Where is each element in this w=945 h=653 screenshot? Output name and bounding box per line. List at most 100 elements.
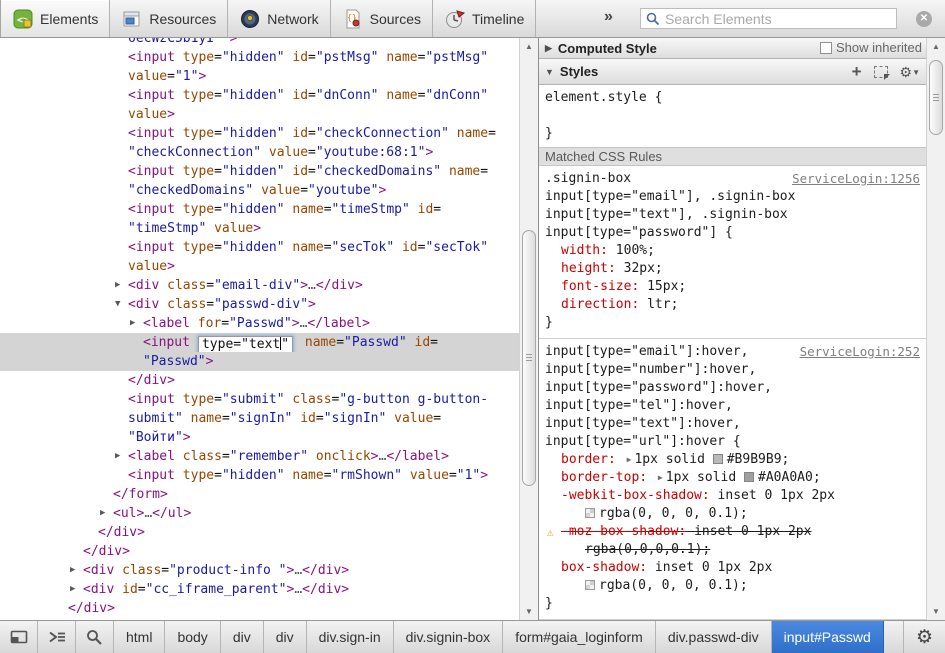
code-line[interactable]: <input type="submit" class="g-button g-b… bbox=[0, 390, 519, 409]
code-line[interactable]: "checkConnection" value="youtube:68:1"> bbox=[0, 143, 519, 162]
attribute-edit-input[interactable]: type="text" bbox=[198, 336, 293, 353]
rule-selector[interactable]: input[type="password"]:hover, bbox=[545, 379, 920, 397]
code-line[interactable]: <input type="hidden" name="rmShown" valu… bbox=[0, 466, 519, 485]
stylesheet-link[interactable]: ServiceLogin:252 bbox=[800, 343, 920, 361]
code-line[interactable]: "checkedDomains" value="youtube"> bbox=[0, 181, 519, 200]
css-property[interactable]: rgba(0, 0, 0, 0.1); bbox=[585, 505, 920, 523]
more-tabs-button[interactable]: » bbox=[604, 8, 613, 26]
property-value[interactable]: #B9B9B9; bbox=[727, 452, 790, 467]
code-line[interactable]: </div> bbox=[0, 523, 519, 542]
disclosure-arrow-icon[interactable]: ▶ bbox=[100, 504, 105, 523]
css-property[interactable]: box-shadow: inset 0 1px 2px bbox=[561, 559, 920, 577]
property-name[interactable]: width: bbox=[561, 243, 608, 258]
rule-selector[interactable]: input[type="text"], .signin-box bbox=[545, 206, 920, 224]
disclosure-arrow-icon[interactable]: ▶ bbox=[115, 447, 120, 466]
show-inherited-checkbox[interactable] bbox=[820, 42, 832, 54]
styles-scrollbar-thumb[interactable] bbox=[929, 60, 943, 135]
css-property[interactable]: ⚠-moz-box-shadow: inset 0 1px 2px bbox=[561, 523, 920, 541]
property-value[interactable]: inset 0 1px 2px bbox=[694, 524, 811, 539]
property-value[interactable]: ltr; bbox=[647, 297, 678, 312]
code-line[interactable]: ▶<div id="cc_iframe_parent">…</div> bbox=[0, 580, 519, 599]
color-swatch[interactable] bbox=[585, 580, 595, 590]
property-value[interactable]: inset 0 1px 2px bbox=[718, 488, 835, 503]
property-value[interactable]: 32px; bbox=[624, 261, 663, 276]
property-value[interactable]: rgba(0,0,0,0.1); bbox=[585, 542, 710, 557]
breadcrumb-item[interactable]: form#gaia_loginform bbox=[503, 621, 656, 653]
disclosure-arrow-icon[interactable]: ▶ bbox=[70, 580, 75, 599]
property-name[interactable]: border: bbox=[561, 452, 616, 467]
tab-elements[interactable]: <> Elements bbox=[0, 0, 110, 37]
property-name[interactable]: font-size: bbox=[561, 279, 639, 294]
styles-gear-button[interactable]: ⚙▼ bbox=[900, 64, 920, 81]
scroll-down-icon[interactable]: ▼ bbox=[927, 607, 945, 616]
css-property[interactable]: border-top: ▶1px solid #A0A0A0; bbox=[561, 469, 920, 487]
elements-scrollbar[interactable]: ▲ ▼ bbox=[519, 38, 538, 620]
property-value[interactable]: #A0A0A0; bbox=[758, 470, 821, 485]
rule-selector[interactable]: input[type="url"]:hover { bbox=[545, 433, 920, 451]
code-line[interactable]: <input type="hidden" id="pstMsg" name="p… bbox=[0, 48, 519, 67]
styles-scrollbar[interactable]: ▲ ▼ bbox=[926, 38, 945, 620]
css-property[interactable]: -webkit-box-shadow: inset 0 1px 2px bbox=[561, 487, 920, 505]
code-line[interactable]: <input type="hidden" id="checkConnection… bbox=[0, 124, 519, 143]
rule-selector[interactable]: input[type="email"], .signin-box bbox=[545, 188, 920, 206]
property-name[interactable]: direction: bbox=[561, 297, 639, 312]
elements-scrollbar-thumb[interactable] bbox=[522, 230, 536, 486]
css-property[interactable]: rgba(0, 0, 0, 0.1); bbox=[585, 577, 920, 595]
code-line[interactable]: ▶<ul>…</ul> bbox=[0, 504, 519, 523]
property-name[interactable]: height: bbox=[561, 261, 616, 276]
css-property[interactable]: border: ▶1px solid #B9B9B9; bbox=[561, 451, 920, 469]
css-property[interactable]: font-size: 15px; bbox=[561, 278, 920, 296]
property-name[interactable]: border-top: bbox=[561, 470, 647, 485]
css-property[interactable]: width: 100%; bbox=[561, 242, 920, 260]
styles-pane-header[interactable]: ▼ Styles + ⚙▼ bbox=[539, 59, 926, 85]
settings-button[interactable]: ⚙ bbox=[903, 621, 945, 653]
code-line[interactable]: ▶<div class="product-info ">…</div> bbox=[0, 561, 519, 580]
disclosure-arrow-icon[interactable]: ▼ bbox=[115, 295, 120, 314]
css-property[interactable]: rgba(0,0,0,0.1); bbox=[585, 541, 920, 559]
disclosure-arrow-icon[interactable]: ▶ bbox=[130, 314, 135, 333]
property-value[interactable]: rgba(0, 0, 0, 0.1); bbox=[599, 578, 748, 593]
code-line[interactable]: ▼<div class="passwd-div"> bbox=[0, 295, 519, 314]
code-line[interactable]: "Войти"> bbox=[0, 428, 519, 447]
property-name[interactable]: -moz-box-shadow: bbox=[561, 524, 686, 539]
breadcrumb-item[interactable]: div.sign-in bbox=[307, 621, 394, 653]
property-value[interactable]: inset 0 1px 2px bbox=[655, 560, 772, 575]
rule-selector[interactable]: input[type="tel"]:hover, bbox=[545, 397, 920, 415]
tab-resources[interactable]: Resources bbox=[110, 0, 228, 37]
scroll-down-icon[interactable]: ▼ bbox=[520, 607, 538, 616]
breadcrumb-item[interactable]: html bbox=[114, 621, 165, 653]
disclosure-arrow-icon[interactable]: ▶ bbox=[70, 561, 75, 580]
code-line[interactable]: "Passwd"> bbox=[0, 352, 519, 371]
rule-selector[interactable]: input[type="password"] { bbox=[545, 224, 920, 242]
expand-shorthand-icon[interactable]: ▶ bbox=[658, 473, 663, 482]
code-line[interactable]: 6ecWzC5b1yI" > bbox=[0, 38, 519, 48]
element-style-rule[interactable]: element.style { } bbox=[539, 85, 926, 147]
rule-selector[interactable]: input[type="text"]:hover, bbox=[545, 415, 920, 433]
property-name[interactable]: box-shadow: bbox=[561, 560, 647, 575]
code-line[interactable]: </div> bbox=[0, 599, 519, 618]
code-line[interactable]: ▶<label for="Passwd">…</label> bbox=[0, 314, 519, 333]
property-value[interactable]: 15px; bbox=[647, 279, 686, 294]
stylesheet-link[interactable]: ServiceLogin:1256 bbox=[792, 170, 920, 188]
code-line[interactable]: ▶<label class="remember" onclick>…</labe… bbox=[0, 447, 519, 466]
code-line[interactable]: <input type="hidden" name="timeStmp" id= bbox=[0, 200, 519, 219]
color-swatch[interactable] bbox=[713, 454, 723, 464]
inspect-search-button[interactable] bbox=[76, 621, 114, 653]
add-style-rule-button[interactable]: + bbox=[852, 62, 862, 82]
show-console-button[interactable] bbox=[38, 621, 76, 653]
breadcrumb-item[interactable]: body bbox=[165, 621, 220, 653]
search-input[interactable] bbox=[665, 9, 893, 28]
property-value[interactable]: rgba(0, 0, 0, 0.1); bbox=[599, 506, 748, 521]
computed-style-header[interactable]: ▶ Computed Style Show inherited bbox=[539, 38, 926, 59]
property-value[interactable]: 100%; bbox=[616, 243, 655, 258]
breadcrumb-item[interactable]: div bbox=[264, 621, 307, 653]
css-property[interactable]: direction: ltr; bbox=[561, 296, 920, 314]
code-line[interactable]: </div> bbox=[0, 542, 519, 561]
code-line[interactable]: <inputtype="text" name="Passwd" id= bbox=[0, 333, 519, 352]
breadcrumb-item[interactable]: div bbox=[221, 621, 264, 653]
property-name[interactable]: -webkit-box-shadow: bbox=[561, 488, 710, 503]
code-line[interactable]: ▶<div class="email-div">…</div> bbox=[0, 276, 519, 295]
code-line[interactable]: "timeStmp" value> bbox=[0, 219, 519, 238]
code-line[interactable]: submit" name="signIn" id="signIn" value= bbox=[0, 409, 519, 428]
rule-selector[interactable]: input[type="number"]:hover, bbox=[545, 361, 920, 379]
